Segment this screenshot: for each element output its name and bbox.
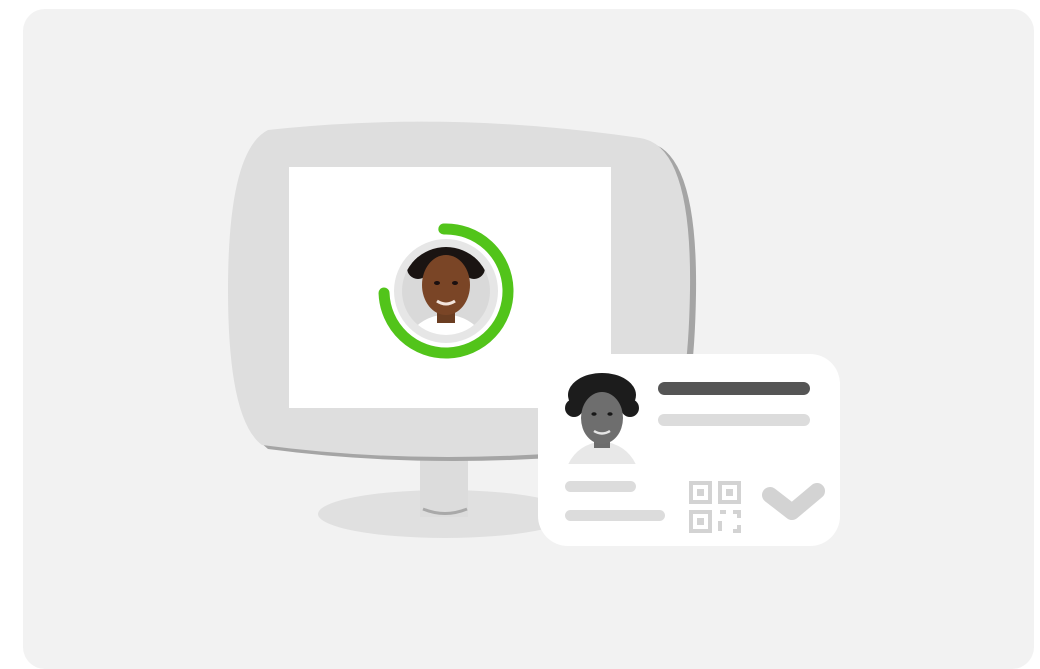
id-name-bar	[658, 382, 810, 395]
document-photo-icon	[560, 370, 644, 464]
monitor-stand-neck	[420, 455, 468, 517]
identity-verification-illustration	[228, 121, 840, 546]
id-info-bar-1	[565, 481, 636, 492]
id-info-bar-2	[565, 510, 665, 521]
id-detail-bar	[658, 414, 810, 426]
